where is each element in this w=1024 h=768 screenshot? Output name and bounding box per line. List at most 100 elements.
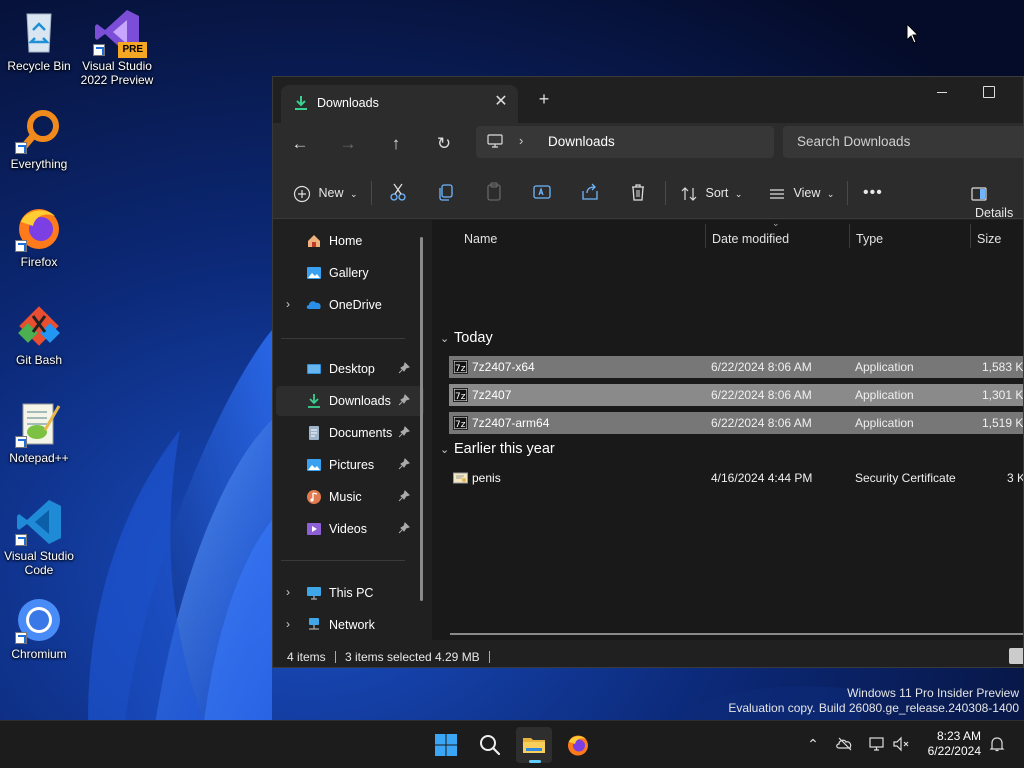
desktop-icon-label: Recycle Bin (7, 59, 71, 73)
firefox-taskbar-button[interactable] (560, 727, 596, 763)
forward-arrow-icon[interactable]: → (337, 133, 359, 155)
column-divider[interactable] (849, 224, 850, 248)
column-divider[interactable] (970, 224, 971, 248)
chevron-up-icon[interactable]: ⌃ (804, 735, 822, 753)
desktop-icon-firefox[interactable]: Firefox (0, 204, 78, 269)
desktop-icon-git-bash[interactable]: Git Bash (0, 302, 78, 367)
desktop-icon-chromium[interactable]: Chromium (0, 596, 78, 661)
column-header-type[interactable]: Type (856, 232, 883, 246)
close-tab-icon[interactable]: ✕ (493, 94, 509, 110)
rename-icon[interactable] (531, 181, 553, 203)
sidebar-item-pictures[interactable]: Pictures (276, 450, 424, 480)
group-header-earlier[interactable]: ⌄ Earlier this year (440, 441, 555, 457)
column-divider[interactable] (705, 224, 706, 248)
up-arrow-icon[interactable]: ↑ (385, 133, 407, 155)
network-status-icon[interactable] (868, 735, 886, 753)
share-icon[interactable] (579, 181, 601, 203)
search-taskbar-button[interactable] (472, 727, 508, 763)
pin-icon (398, 426, 410, 438)
details-pane-button[interactable]: Details (971, 183, 1023, 220)
sort-button[interactable]: Sort ⌄ (680, 183, 742, 203)
file-date: 6/22/2024 8:06 AM (711, 416, 812, 430)
chevron-right-icon[interactable]: › (519, 133, 523, 148)
onedrive-offline-icon[interactable] (836, 735, 854, 753)
breadcrumb-downloads[interactable]: Downloads (548, 134, 615, 149)
search-input[interactable]: Search Downloads (783, 126, 1023, 158)
horizontal-scrollbar[interactable] (450, 633, 1023, 635)
file-list: Name ⌄ Date modified Type Size ⌄ Today 7z… (432, 218, 1023, 640)
cut-icon[interactable] (387, 181, 409, 203)
chevron-right-icon[interactable]: › (286, 617, 290, 631)
navigation-pane: Home Gallery › OneDrive Desktop Download… (273, 220, 431, 640)
maximize-button[interactable] (983, 86, 995, 98)
sidebar-item-gallery[interactable]: Gallery (276, 258, 424, 288)
active-indicator (529, 760, 541, 763)
back-arrow-icon[interactable]: ← (289, 133, 311, 155)
minimize-button[interactable] (933, 85, 953, 101)
notification-bell-icon[interactable] (988, 735, 1006, 753)
chevron-down-icon: ⌄ (826, 189, 835, 199)
copy-icon[interactable] (435, 181, 457, 203)
sidebar-item-this-pc[interactable]: › This PC (276, 578, 424, 608)
firefox-icon (568, 735, 588, 756)
file-name: 7z2407-arm64 (472, 416, 550, 430)
shortcut-arrow-icon (15, 142, 27, 154)
column-header-size[interactable]: Size (977, 232, 1001, 246)
chevron-right-icon[interactable]: › (286, 585, 290, 599)
videos-icon (307, 523, 321, 535)
view-button-label: View (793, 186, 821, 200)
sidebar-item-network[interactable]: › Network (276, 610, 424, 640)
view-button[interactable]: View ⌄ (768, 183, 834, 203)
column-header-date[interactable]: Date modified (712, 232, 789, 246)
shortcut-arrow-icon (15, 534, 27, 546)
paste-icon[interactable] (483, 181, 505, 203)
windows-logo-icon (435, 734, 457, 756)
address-bar[interactable]: › Downloads (476, 126, 774, 158)
start-button[interactable] (428, 727, 464, 763)
taskbar-clock[interactable]: 8:23 AM 6/22/2024 (917, 729, 981, 759)
volume-muted-icon[interactable] (892, 735, 910, 753)
sidebar-divider (281, 338, 405, 339)
7zip-app-icon: 7z (453, 360, 468, 374)
chevron-down-icon: ⌄ (734, 189, 743, 199)
chevron-right-icon[interactable]: › (286, 297, 290, 311)
file-row[interactable]: 7z 7z2407-x64 6/22/2024 8:06 AM Applicat… (449, 356, 1023, 378)
monitor-icon (487, 134, 503, 148)
more-options-icon[interactable]: ••• (863, 183, 883, 203)
desktop-icon-visual-studio[interactable]: PRE Visual Studio 2022 Preview (78, 8, 156, 87)
sidebar-item-desktop[interactable]: Desktop (276, 354, 424, 384)
new-tab-icon[interactable]: + (535, 90, 553, 109)
certificate-icon (453, 472, 468, 484)
sidebar-item-label: Music (329, 490, 362, 504)
file-row[interactable]: penis 4/16/2024 4:44 PM Security Certifi… (449, 467, 1023, 489)
toolbar-divider (371, 181, 372, 205)
delete-icon[interactable] (627, 181, 649, 203)
column-header-name[interactable]: Name (464, 232, 497, 246)
sidebar-item-music[interactable]: Music (276, 482, 424, 512)
sidebar-item-home[interactable]: Home (276, 226, 424, 256)
sidebar-item-documents[interactable]: Documents (276, 418, 424, 448)
desktop-icon-recycle-bin[interactable]: Recycle Bin (0, 8, 78, 73)
refresh-icon[interactable]: ↻ (433, 133, 455, 155)
recycle-bin-icon (15, 8, 63, 56)
desktop-icon-everything[interactable]: Everything (0, 106, 78, 171)
new-button[interactable]: New ⌄ (293, 183, 358, 203)
command-bar: New ⌄ Sort ⌄ View ⌄ ••• Details (273, 167, 1023, 220)
documents-icon (309, 426, 319, 440)
desktop-icon-notepad-plus-plus[interactable]: Notepad++ (0, 400, 78, 465)
details-view-toggle-icon[interactable] (1009, 648, 1023, 664)
sidebar-item-downloads[interactable]: Downloads (276, 386, 424, 416)
sidebar-scrollbar[interactable] (420, 237, 423, 601)
group-header-today[interactable]: ⌄ Today (440, 330, 493, 346)
pin-icon (398, 490, 410, 502)
file-row[interactable]: 7z 7z2407 6/22/2024 8:06 AM Application … (449, 384, 1023, 406)
status-selected-size: 4.29 MB (435, 650, 480, 664)
sidebar-item-videos[interactable]: Videos (276, 514, 424, 544)
file-explorer-taskbar-button[interactable] (516, 727, 552, 763)
chromium-icon (15, 596, 63, 644)
pictures-icon (307, 459, 321, 471)
file-row[interactable]: 7z 7z2407-arm64 6/22/2024 8:06 AM Applic… (449, 412, 1023, 434)
desktop-icon-vscode[interactable]: Visual Studio Code (0, 498, 78, 577)
sidebar-item-onedrive[interactable]: › OneDrive (276, 290, 424, 320)
tab-downloads[interactable]: Downloads ✕ (281, 85, 518, 123)
